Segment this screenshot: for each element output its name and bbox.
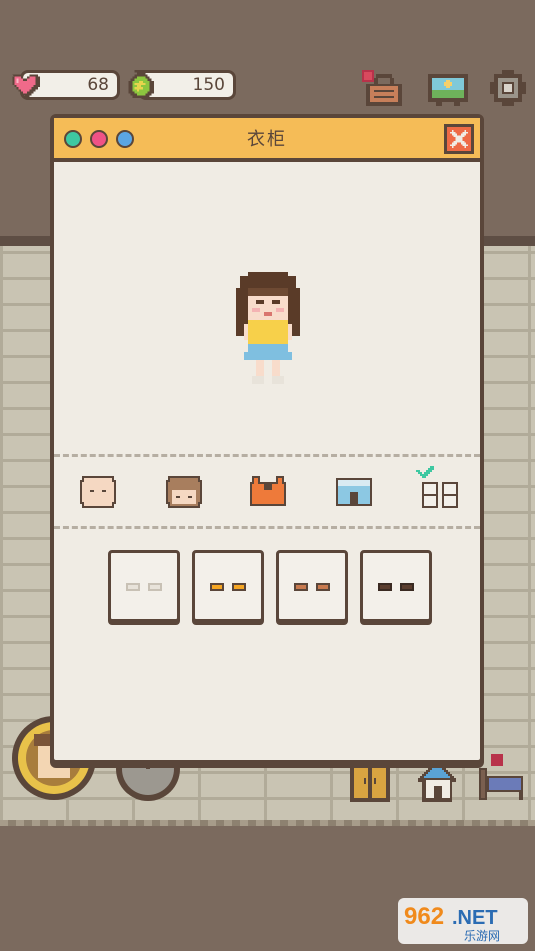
hp-value: 68 (87, 75, 109, 95)
character-preview (236, 272, 300, 384)
shoe-item-icon (294, 583, 330, 591)
divider-bottom (54, 526, 480, 529)
wardrobe-dialog: 衣柜 (50, 114, 484, 764)
category-face-tab[interactable] (76, 472, 120, 512)
shoe-slot-1[interactable] (108, 550, 180, 622)
shoe-slot-4[interactable] (360, 550, 432, 622)
wardrobe-icon[interactable] (348, 760, 392, 804)
category-bottom-tab[interactable] (332, 472, 376, 512)
category-shoes-tab[interactable] (414, 464, 464, 512)
shoe-item-icon (126, 583, 162, 591)
tv-icon[interactable] (426, 68, 470, 108)
shoe-item-icon (210, 583, 246, 591)
heart-icon (12, 74, 40, 98)
category-top-tab[interactable] (246, 472, 290, 512)
watermark-logo: 962 .NET 乐游网 (398, 898, 528, 944)
shoe-slot-3[interactable] (276, 550, 348, 622)
close-icon (450, 130, 468, 148)
close-button[interactable] (444, 124, 474, 154)
divider-top (54, 454, 480, 457)
selected-check-icon (416, 466, 434, 478)
money-bag-icon (128, 70, 154, 98)
shoe-slot-2[interactable] (192, 550, 264, 622)
watermark-brand: 962 (404, 903, 444, 930)
shop-basket-icon[interactable] (360, 68, 404, 108)
category-hair-tab[interactable] (162, 472, 206, 512)
settings-icon[interactable] (486, 68, 530, 108)
dialog-header: 衣柜 (54, 118, 480, 162)
watermark-subtitle: 乐游网 (464, 929, 500, 943)
shoe-item-icon (378, 583, 414, 591)
watermark-domain: .NET (452, 907, 498, 929)
house-icon[interactable] (414, 760, 462, 804)
money-value: 150 (192, 75, 225, 95)
dialog-title: 衣柜 (247, 129, 287, 150)
